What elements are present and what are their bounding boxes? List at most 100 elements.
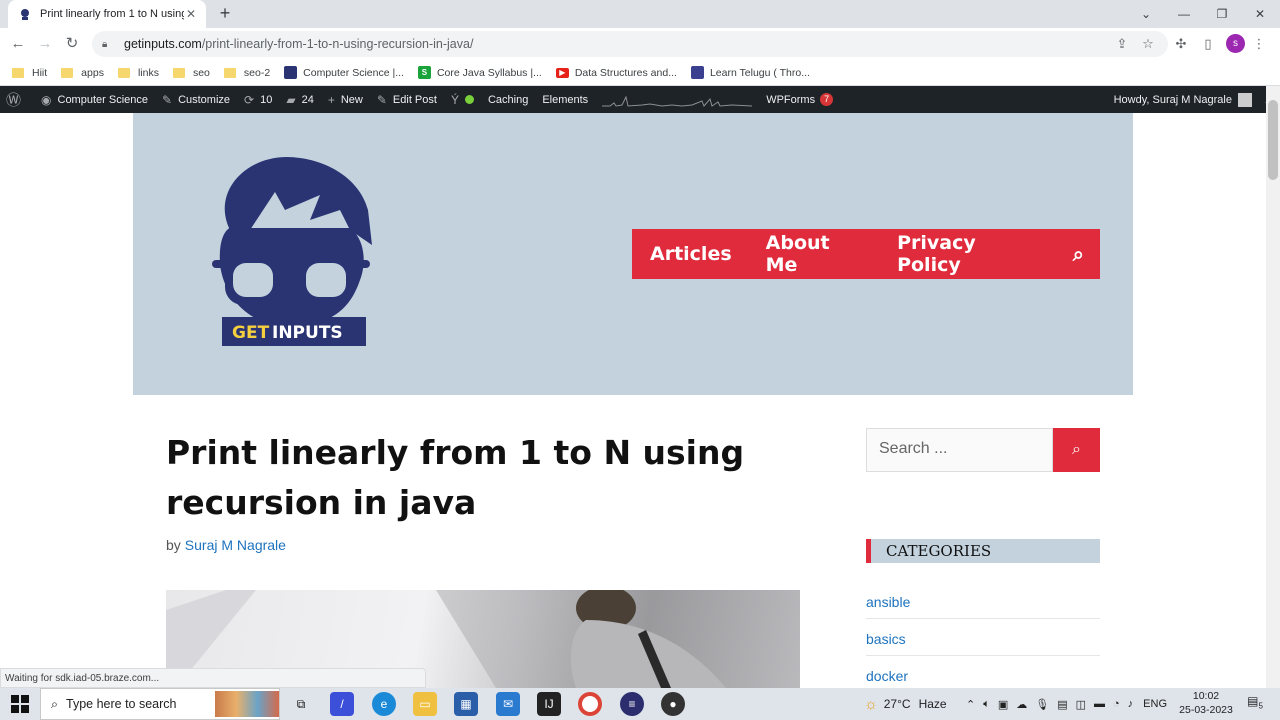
share-icon[interactable]: ⇪: [1111, 34, 1133, 54]
comment-icon: ▰: [286, 92, 296, 107]
notifications-icon[interactable]: ▤5: [1244, 694, 1266, 714]
file-explorer-icon[interactable]: ▭: [413, 692, 437, 716]
clock-date: 25-03-2023: [1179, 704, 1233, 716]
maximize-button[interactable]: ❐: [1208, 4, 1236, 24]
app-icon-blue[interactable]: /: [330, 692, 354, 716]
url-path: /print-linearly-from-1-to-n-using-recurs…: [201, 37, 474, 51]
url-host: getinputs.com: [124, 37, 202, 51]
minimize-button[interactable]: —: [1170, 4, 1198, 24]
bookmark-folder-links[interactable]: links: [117, 67, 159, 79]
reload-icon[interactable]: ↻: [61, 34, 83, 54]
bookmark-folder-hiit[interactable]: Hiit: [12, 67, 47, 79]
bookmark-folder-seo[interactable]: seo: [172, 67, 210, 79]
windows-start-icon[interactable]: [11, 695, 29, 713]
sidebar-search-button[interactable]: ⌕: [1053, 428, 1100, 472]
categories-heading: CATEGORIES: [866, 539, 1100, 563]
wp-site-name[interactable]: ◉ Computer Science: [41, 93, 148, 107]
intellij-icon[interactable]: IJ: [537, 692, 561, 716]
category-link-basics[interactable]: basics: [866, 631, 1100, 656]
telugu-favicon-icon: [690, 66, 704, 79]
getinputs-logo-icon: GET INPUTS: [212, 156, 372, 346]
wordpress-logo-icon[interactable]: Ⓦ: [6, 89, 27, 110]
search-highlight-image-icon: [215, 691, 279, 717]
nav-about-me[interactable]: About Me: [766, 232, 863, 276]
wp-customize[interactable]: ✎ Customize: [162, 93, 230, 107]
bookmark-star-icon[interactable]: ☆: [1137, 34, 1159, 54]
wp-new[interactable]: + New: [328, 93, 363, 107]
site-logo[interactable]: GET INPUTS: [190, 150, 380, 350]
display-icon[interactable]: ▤: [1057, 698, 1067, 711]
wp-account-menu[interactable]: Howdy, Suraj M Nagrale: [1114, 86, 1252, 113]
speaker-icon[interactable]: 🔈︎: [983, 698, 990, 711]
clock-time: 10:02: [1192, 690, 1220, 702]
bookmark-learn-telugu[interactable]: Learn Telugu ( Thro...: [690, 66, 810, 79]
tab-search-chevron-icon[interactable]: ⌄: [1132, 4, 1160, 24]
taskbar-search-box[interactable]: ⌕ Type here to search: [40, 688, 280, 720]
tab-title: Print linearly from 1 to N using r: [40, 8, 184, 20]
weather-widget[interactable]: ☼ 27°C Haze: [864, 688, 947, 720]
back-arrow-icon[interactable]: ←: [7, 34, 29, 54]
bookmark-folder-seo-2[interactable]: seo-2: [223, 67, 270, 79]
forward-arrow-icon[interactable]: →: [34, 34, 56, 54]
device-icon[interactable]: ▣: [998, 698, 1008, 711]
volume-icon[interactable]: ♪: [1128, 698, 1134, 710]
store-icon[interactable]: ▦: [454, 692, 478, 716]
nav-articles[interactable]: Articles: [650, 243, 732, 265]
microphone-icon[interactable]: 🎙︎: [1035, 698, 1049, 711]
logo-text-inputs: INPUTS: [272, 323, 343, 343]
bookmark-core-java[interactable]: S Core Java Syllabus |...: [417, 66, 542, 79]
site-favicon-icon: [18, 7, 32, 21]
new-tab-button[interactable]: +: [214, 4, 236, 24]
logo-text-get: GET: [232, 323, 270, 343]
wp-comments[interactable]: ▰ 24: [286, 93, 313, 107]
browser-tab-active[interactable]: Print linearly from 1 to N using r ✕: [8, 0, 206, 28]
wpforms-count-badge: 7: [820, 93, 834, 106]
wp-edit-post[interactable]: ✎ Edit Post: [377, 93, 437, 107]
wp-updates[interactable]: ⟳ 10: [244, 93, 272, 107]
plus-icon: +: [327, 92, 335, 107]
author-link[interactable]: Suraj M Nagrale: [185, 537, 286, 553]
extensions-puzzle-icon[interactable]: ✣: [1170, 34, 1192, 54]
taskbar-clock[interactable]: 10:02 25-03-2023: [1178, 689, 1234, 717]
bookmark-folder-apps[interactable]: apps: [61, 67, 104, 79]
stats-sparkline[interactable]: [602, 93, 753, 107]
wp-caching[interactable]: Caching: [488, 94, 528, 106]
lock-icon: 🔒︎: [102, 38, 108, 50]
nav-privacy-policy[interactable]: Privacy Policy: [897, 232, 1039, 276]
eclipse-icon[interactable]: ≡: [620, 692, 644, 716]
profile-avatar[interactable]: s: [1226, 34, 1245, 53]
category-link-ansible[interactable]: ansible: [866, 594, 1100, 619]
user-avatar: [1238, 92, 1252, 107]
haze-weather-icon: ☼: [864, 695, 878, 713]
close-window-button[interactable]: ✕: [1246, 4, 1274, 24]
sidebar-search-input[interactable]: Search ...: [866, 428, 1053, 472]
battery-icon[interactable]: ▬: [1094, 698, 1105, 710]
side-panel-icon[interactable]: ▯: [1197, 34, 1219, 54]
edge-browser-icon[interactable]: e: [372, 692, 396, 716]
tray-chevron-up-icon[interactable]: ⌃: [966, 698, 975, 711]
address-bar[interactable]: 🔒︎ getinputs.com/print-linearly-from-1-t…: [92, 31, 1168, 57]
wifi-icon[interactable]: ◔: [1113, 698, 1120, 710]
s-favicon-icon: S: [417, 66, 431, 79]
bookmark-data-structures[interactable]: ▶ Data Structures and...: [555, 67, 677, 79]
yoast-icon[interactable]: Ý: [451, 93, 474, 107]
network-icon[interactable]: ☁︎: [1016, 698, 1027, 711]
wp-elements[interactable]: Elements: [542, 94, 588, 106]
wp-admin-bar: Ⓦ ◉ Computer Science ✎ Customize ⟳ 10 ▰ 24 +…: [0, 86, 1280, 113]
bookmark-computer-science[interactable]: Computer Science |...: [284, 66, 404, 79]
language-indicator[interactable]: ENG: [1143, 698, 1167, 710]
nav-search-icon[interactable]: ⌕: [1073, 242, 1084, 266]
task-view-icon[interactable]: ⧉: [289, 692, 313, 716]
menu-dots-icon[interactable]: ⋮: [1248, 34, 1270, 54]
chrome-icon[interactable]: [578, 692, 602, 716]
folder-icon: [172, 67, 185, 78]
obs-recorder-icon[interactable]: ●: [661, 692, 685, 716]
post-byline: by Suraj M Nagrale: [166, 537, 286, 553]
wp-wpforms[interactable]: WPForms 7: [766, 93, 834, 106]
folder-icon: [61, 67, 74, 78]
scrollbar-thumb[interactable]: [1268, 100, 1278, 180]
brush-icon: ✎: [162, 92, 173, 107]
mail-icon[interactable]: ✉: [496, 692, 520, 716]
tab-close-icon[interactable]: ✕: [184, 7, 198, 21]
meet-icon[interactable]: ◫: [1076, 698, 1086, 711]
